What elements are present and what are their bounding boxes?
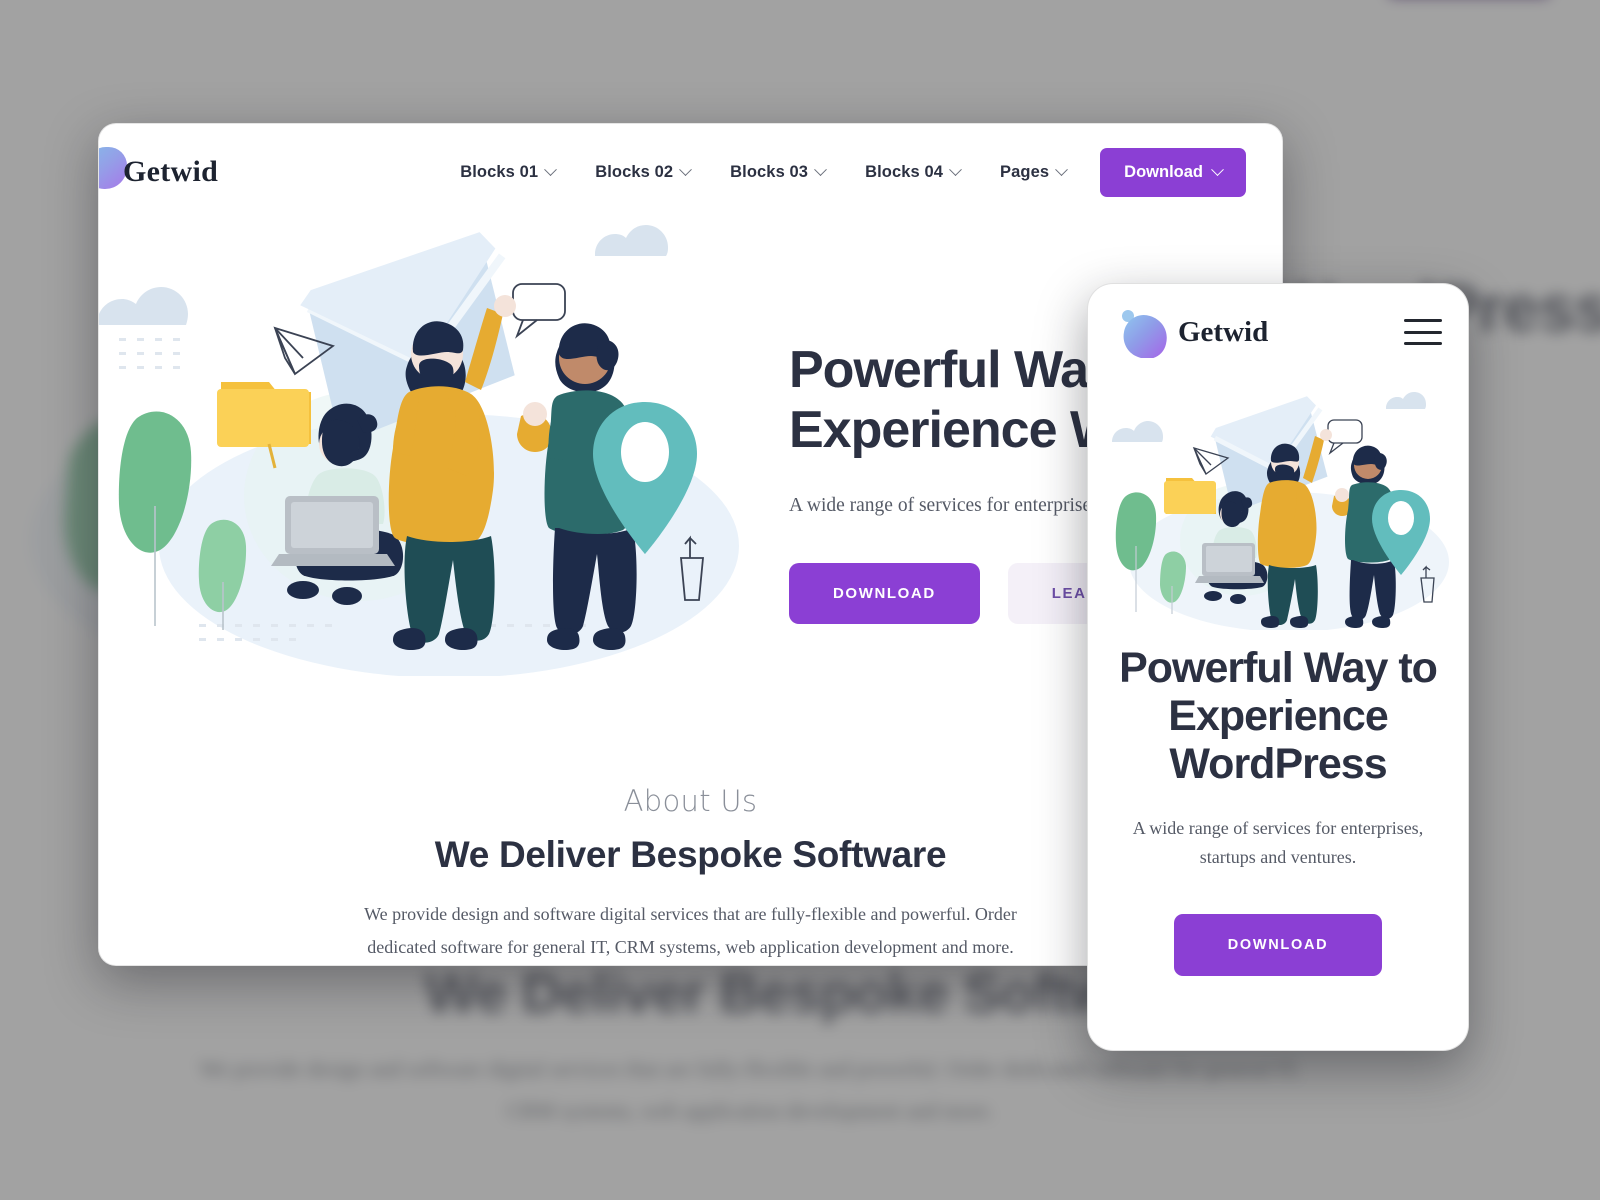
- chevron-down-icon: [544, 162, 558, 176]
- hamburger-menu-icon[interactable]: [1404, 319, 1442, 345]
- chevron-down-icon: [814, 162, 827, 176]
- desktop-header: Getwid Blocks 01 Blocks 02 Blocks 03 Blo…: [99, 124, 1282, 220]
- nav-item-blocks-01[interactable]: Blocks 01: [440, 153, 575, 192]
- chevron-down-icon: [949, 162, 962, 176]
- mobile-preview-card[interactable]: Getwid Powerful Way to Experience WordPr…: [1087, 283, 1469, 1051]
- desktop-main-nav: Blocks 01 Blocks 02 Blocks 03 Blocks 04 …: [440, 147, 1246, 197]
- chevron-down-icon: [1211, 162, 1224, 176]
- about-label: About Us: [623, 784, 758, 818]
- nav-item-blocks-03[interactable]: Blocks 03: [710, 153, 845, 192]
- nav-item-pages[interactable]: Pages: [980, 153, 1086, 192]
- chevron-down-icon: [1055, 162, 1069, 176]
- nav-item-label: Blocks 03: [730, 162, 809, 181]
- getwid-blob-logo-icon: [1114, 306, 1170, 359]
- mobile-download-button[interactable]: DOWNLOAD: [1173, 914, 1383, 977]
- screenshot-stage: Blocks 01 Blocks 02 Blocks 03 Blocks 04 …: [0, 0, 1600, 1200]
- nav-item-blocks-04[interactable]: Blocks 04: [845, 153, 980, 192]
- nav-item-label: Pages: [1000, 162, 1050, 181]
- nav-item-blocks-02[interactable]: Blocks 02: [575, 153, 710, 192]
- nav-item-label: Blocks 04: [865, 162, 944, 181]
- mobile-brand-logo[interactable]: Getwid: [1178, 316, 1268, 349]
- hero-illustration: [99, 206, 779, 676]
- mobile-cta-group: DOWNLOAD: [1088, 914, 1468, 977]
- chevron-down-icon: [679, 162, 693, 176]
- mobile-hero-heading: Powerful Way to Experience WordPress: [1119, 644, 1438, 789]
- nav-item-label: Blocks 02: [595, 162, 674, 181]
- mobile-hero-illustration: [1094, 380, 1464, 630]
- nav-download-label: Download: [1124, 162, 1203, 181]
- nav-item-label: Blocks 01: [460, 162, 539, 181]
- mobile-header: Getwid: [1088, 284, 1468, 380]
- nav-download-button[interactable]: Download: [1100, 147, 1246, 197]
- desktop-brand-logo[interactable]: Getwid: [123, 155, 218, 189]
- hero-download-button[interactable]: DOWNLOAD: [789, 562, 980, 624]
- about-body: We provide design and software digital s…: [364, 904, 1017, 958]
- mobile-hero-subheading: A wide range of services for enterprises…: [1132, 818, 1424, 868]
- about-title: We Deliver Bespoke Software: [434, 834, 947, 875]
